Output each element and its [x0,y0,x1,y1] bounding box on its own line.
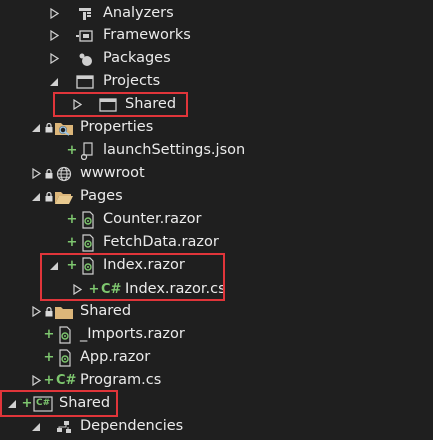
tree-node-frameworks[interactable]: Frameworks [0,24,433,47]
added-badge-icon: + [43,350,55,365]
razor-file-icon [78,231,98,254]
tree-node-pages[interactable]: Pages [0,185,433,208]
tree-node-label: Index.razor [103,257,185,273]
razor-file-icon [55,346,75,369]
expand-arrow-icon[interactable] [47,24,61,47]
tree-node-counter-razor[interactable]: + Counter.razor [0,208,433,231]
tree-node-packages[interactable]: Packages [0,47,433,70]
razor-file-icon [55,323,75,346]
csharp-file-icon: C# [56,373,77,388]
tree-node-label: Counter.razor [103,211,202,227]
tree-node-app-razor[interactable]: + App.razor [0,346,433,369]
collapse-arrow-icon[interactable] [47,70,61,93]
tree-node-wwwroot[interactable]: wwwroot [0,162,433,185]
collapse-arrow-icon[interactable] [29,185,43,208]
tree-node-label: Properties [80,119,154,135]
tree-node-label: Shared [80,303,132,319]
tree-node-label: wwwroot [80,165,145,181]
tree-node-fetchdata-razor[interactable]: + FetchData.razor [0,231,433,254]
expand-arrow-icon[interactable] [29,300,43,323]
collapse-arrow-icon[interactable] [47,254,61,277]
solution-explorer-tree: Analyzers Frameworks Packages Projects S… [0,0,433,440]
collapse-arrow-icon[interactable] [5,392,19,415]
tree-node-launchsettings-json[interactable]: + launchSettings.json [0,139,433,162]
added-badge-icon: + [43,327,55,342]
projects-icon [75,70,95,93]
tree-node-index-razor[interactable]: + Index.razor [0,254,433,277]
expand-arrow-icon[interactable] [47,2,61,25]
tree-node-label: Program.cs [80,372,162,388]
tree-node-label: Shared [125,96,177,112]
tree-node-label: Dependencies [80,418,184,434]
tree-node-shared-project-reference[interactable]: Shared [0,93,433,116]
tree-node-imports-razor[interactable]: + _Imports.razor [0,323,433,346]
tree-node-properties[interactable]: Properties [0,116,433,139]
tree-node-label: Projects [103,73,161,89]
expand-arrow-icon[interactable] [29,369,43,392]
json-file-icon [78,139,98,162]
expand-arrow-icon[interactable] [47,47,61,70]
open-folder-icon [54,185,74,208]
tree-node-index-razor-cs[interactable]: + C# Index.razor.cs [0,278,433,301]
added-badge-icon: + [66,143,78,158]
tree-node-label: Packages [103,50,171,66]
nuget-package-icon [75,47,95,70]
dependencies-icon [54,415,74,438]
tree-node-label: App.razor [80,349,151,365]
collapse-arrow-icon[interactable] [29,415,43,438]
tree-node-program-cs[interactable]: + C# Program.cs [0,369,433,392]
expand-arrow-icon[interactable] [70,93,84,116]
added-badge-icon: + [43,373,55,388]
added-badge-icon: + [66,258,78,273]
tree-node-label: Index.razor.cs [125,281,226,297]
razor-file-icon [78,254,98,277]
added-badge-icon: + [66,235,78,250]
tree-node-label: Analyzers [103,5,174,21]
project-reference-icon [98,93,118,116]
razor-file-icon [78,208,98,231]
expand-arrow-icon[interactable] [29,162,43,185]
added-badge-icon: + [88,282,100,297]
tree-node-label: Shared [59,395,111,411]
csharp-file-icon: C# [101,282,122,297]
tree-node-projects[interactable]: Projects [0,70,433,93]
tree-node-shared-project[interactable]: + C# Shared [0,392,433,415]
tree-node-label: FetchData.razor [103,234,219,250]
globe-icon [54,162,74,185]
added-badge-icon: + [66,212,78,227]
tree-node-label: _Imports.razor [80,326,185,342]
tree-node-shared-folder[interactable]: Shared [0,300,433,323]
folder-icon [54,300,74,323]
properties-folder-icon [54,116,74,139]
tree-node-label: launchSettings.json [103,142,246,158]
tree-node-dependencies[interactable]: Dependencies [0,415,433,438]
framework-icon [75,24,95,47]
analyzer-icon [75,2,95,25]
tree-node-label: Pages [80,188,123,204]
collapse-arrow-icon[interactable] [29,116,43,139]
csharp-project-glyph: C# [36,398,51,408]
tree-node-analyzers[interactable]: Analyzers [0,2,433,25]
tree-node-label: Frameworks [103,27,191,43]
expand-arrow-icon[interactable] [70,278,84,301]
